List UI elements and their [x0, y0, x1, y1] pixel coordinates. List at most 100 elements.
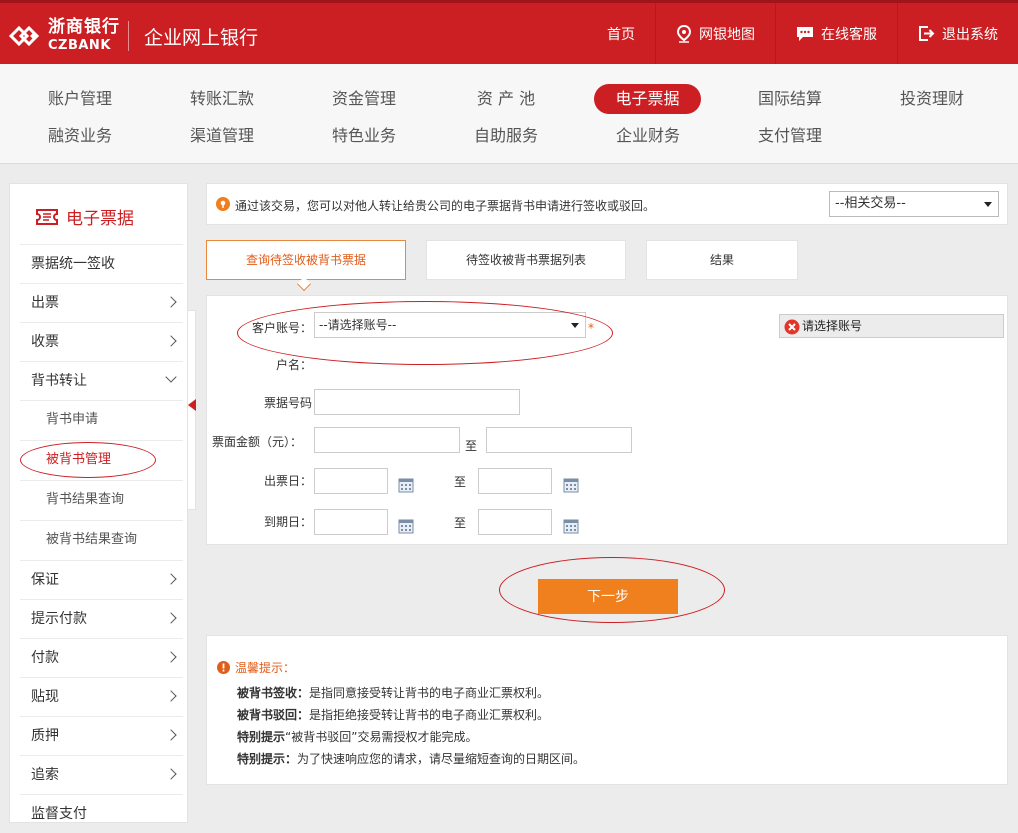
menu-e-bill[interactable]: 电子票据 — [594, 84, 701, 114]
chevron-right-icon — [165, 296, 177, 308]
nav-home[interactable]: 首页 — [587, 3, 655, 64]
bill-no-label: 票据号码 — [263, 396, 312, 410]
tip-line: 特别提示“被背书驳回”交易需授权才能完成。 — [237, 728, 477, 745]
nav-bank-map-label: 网银地图 — [699, 26, 755, 43]
sidebar-item-label: 背书申请 — [46, 412, 99, 427]
account-error-tip: 请选择账号 — [779, 314, 1004, 338]
step-pointer-icon — [296, 276, 312, 292]
sidebar-item-payment[interactable]: 付款 — [20, 638, 183, 677]
query-form: 客户账号： --请选择账号-- * 请选择账号 户名： 票据号码 票面金额（元）… — [206, 295, 1008, 545]
logo-en: CZBANK — [48, 38, 111, 53]
bank-logo[interactable]: 浙商银行 CZBANK — [8, 19, 120, 52]
calendar-icon[interactable] — [398, 518, 414, 534]
menu-self-service[interactable]: 自助服务 — [450, 121, 562, 151]
menu-account-management[interactable]: 账户管理 — [24, 84, 136, 114]
sidebar-item-endorsee-result[interactable]: 被背书结果查询 — [20, 520, 183, 559]
sidebar-item-label: 保证 — [31, 572, 59, 588]
sidebar-item-discount[interactable]: 贴现 — [20, 677, 183, 716]
sidebar-item-label: 监督支付 — [31, 806, 87, 822]
tip-line: 被背书驳回：是指拒绝接受转让背书的电子商业汇票权利。 — [237, 706, 549, 723]
error-icon — [784, 319, 800, 335]
sidebar-item-receive[interactable]: 收票 — [20, 322, 183, 361]
sidebar-item-supervised-payment[interactable]: 监督支付 — [20, 794, 183, 833]
sidebar-item-label: 出票 — [31, 295, 59, 311]
chevron-right-icon — [165, 729, 177, 741]
step-label: 结果 — [709, 253, 734, 267]
menu-payment-management[interactable]: 支付管理 — [734, 121, 846, 151]
menu-fund-management[interactable]: 资金管理 — [308, 84, 420, 114]
nav-logout[interactable]: 退出系统 — [897, 3, 1018, 64]
tip-term: 特别提示： — [237, 752, 298, 766]
sidebar-item-payment-prompt[interactable]: 提示付款 — [20, 599, 183, 638]
dropdown-caret-icon — [571, 323, 579, 328]
sidebar-title-label: 电子票据 — [66, 209, 134, 229]
sidebar-item-issue[interactable]: 出票 — [20, 283, 183, 322]
chevron-right-icon — [165, 690, 177, 702]
amount-min-input[interactable] — [314, 427, 460, 453]
tip-text: 为了快速响应您的请求，请尽量缩短查询的日期区间。 — [297, 752, 586, 766]
sidebar-item-endorsee-management[interactable]: 被背书管理 — [20, 440, 183, 479]
sidebar-item-recourse[interactable]: 追索 — [20, 755, 183, 794]
sidebar-item-pledge[interactable]: 质押 — [20, 716, 183, 755]
range-to-label: 至 — [454, 516, 467, 530]
calendar-icon[interactable] — [563, 477, 579, 493]
menu-asset-pool[interactable]: 资 产 池 — [450, 84, 562, 114]
due-date-to-input[interactable] — [478, 509, 552, 535]
sidebar-item-label: 付款 — [31, 650, 59, 666]
sidebar-item-endorsement-result[interactable]: 背书结果查询 — [20, 480, 183, 519]
czbank-logo-icon — [8, 25, 40, 46]
required-mark: * — [588, 321, 594, 335]
bill-no-input[interactable] — [314, 389, 520, 415]
tips-title: 温馨提示： — [217, 659, 295, 676]
nav-bank-map[interactable]: 网银地图 — [655, 3, 775, 64]
due-date-from-input[interactable] — [314, 509, 388, 535]
related-transaction-select[interactable]: --相关交易-- — [829, 191, 999, 217]
sidebar-item-label: 被背书管理 — [46, 452, 112, 467]
sidebar: 电子票据 票据统一签收 出票 收票 背书转让 背书申请 被背书管理 背书结果查询… — [9, 183, 188, 823]
calendar-icon[interactable] — [398, 477, 414, 493]
menu-transfer[interactable]: 转账汇款 — [166, 84, 278, 114]
step-result[interactable]: 结果 — [646, 240, 798, 280]
tip-text: 是指同意接受转让背书的电子商业汇票权利。 — [309, 686, 550, 700]
tip-text: “被背书驳回”交易需授权才能完成。 — [285, 730, 478, 744]
info-text: 通过该交易，您可以对他人转让给贵公司的电子票据背书申请进行签收或驳回。 — [235, 199, 656, 213]
next-step-button[interactable]: 下一步 — [538, 579, 678, 614]
due-date-label: 到期日： — [263, 515, 312, 529]
account-select[interactable]: --请选择账号-- — [314, 312, 586, 338]
issue-date-label: 出票日： — [263, 474, 312, 488]
logo-cn: 浙商银行 — [48, 17, 120, 37]
menu-financing[interactable]: 融资业务 — [24, 121, 136, 151]
step-query[interactable]: 查询待签收被背书票据 — [206, 240, 406, 292]
range-to-label: 至 — [454, 475, 467, 489]
sidebar-title: 电子票据 — [35, 204, 134, 229]
logo-divider — [128, 21, 129, 51]
account-error-text: 请选择账号 — [802, 319, 863, 333]
sidebar-item-guarantee[interactable]: 保证 — [20, 560, 183, 599]
logout-icon — [919, 26, 935, 41]
sidebar-item-unified-receipt[interactable]: 票据统一签收 — [20, 244, 183, 283]
calendar-icon[interactable] — [563, 518, 579, 534]
menu-featured-business[interactable]: 特色业务 — [308, 121, 420, 151]
menu-international-settlement[interactable]: 国际结算 — [734, 84, 846, 114]
sidebar-item-endorsement[interactable]: 背书转让 — [20, 361, 183, 400]
menu-channel-management[interactable]: 渠道管理 — [166, 121, 278, 151]
issue-date-to-input[interactable] — [478, 468, 552, 494]
chevron-right-icon — [165, 335, 177, 347]
sidebar-item-label: 质押 — [31, 728, 59, 744]
issue-date-from-input[interactable] — [314, 468, 388, 494]
step-list[interactable]: 待签收被背书票据列表 — [426, 240, 626, 280]
location-info-icon — [216, 197, 230, 211]
menu-investment[interactable]: 投资理财 — [876, 84, 988, 114]
amount-label: 票面金额（元）： — [212, 435, 303, 449]
dropdown-caret-icon — [984, 202, 992, 207]
chevron-right-icon — [165, 573, 177, 585]
portal-title: 企业网上银行 — [144, 27, 259, 49]
chevron-down-icon — [165, 371, 177, 383]
menu-corporate-finance[interactable]: 企业财务 — [592, 121, 704, 151]
sidebar-item-label: 提示付款 — [31, 611, 87, 627]
sidebar-item-label: 背书结果查询 — [46, 492, 125, 507]
amount-max-input[interactable] — [486, 427, 632, 453]
sidebar-item-endorsement-apply[interactable]: 背书申请 — [20, 400, 183, 439]
collapse-arrow-icon[interactable] — [188, 399, 196, 411]
nav-online-service[interactable]: 在线客服 — [775, 3, 897, 64]
